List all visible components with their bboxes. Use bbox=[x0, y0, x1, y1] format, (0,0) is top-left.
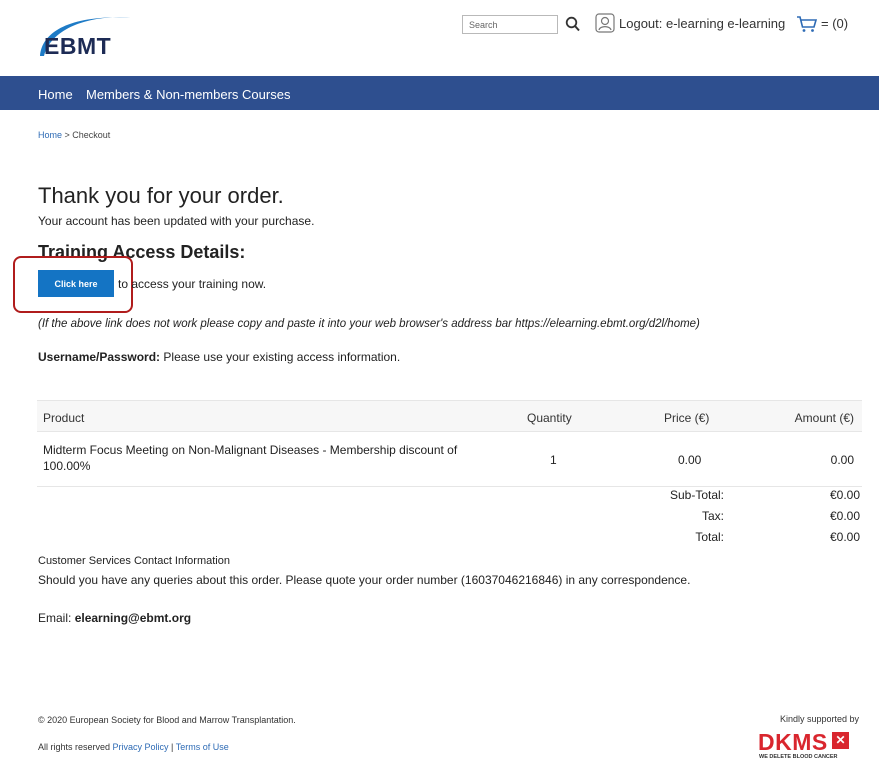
search-icon[interactable] bbox=[565, 15, 581, 33]
contact-email: Email: elearning@ebmt.org bbox=[38, 611, 191, 625]
header-quantity: Quantity bbox=[527, 411, 572, 425]
row-product: Midterm Focus Meeting on Non-Malignant D… bbox=[43, 443, 458, 473]
breadcrumb: Home > Checkout bbox=[38, 130, 110, 140]
dkms-logo-text: DKMS bbox=[758, 729, 828, 755]
page-title: Thank you for your order. bbox=[38, 183, 284, 208]
tax-label: Tax: bbox=[701, 509, 724, 523]
access-training-text: to access your training now. bbox=[118, 277, 267, 291]
breadcrumb-separator: > bbox=[62, 130, 73, 140]
breadcrumb-home-link[interactable]: Home bbox=[38, 130, 62, 140]
rights-text: All rights reserved bbox=[38, 742, 113, 752]
total-value: €0.00 bbox=[829, 530, 860, 544]
footer-separator: | bbox=[168, 742, 176, 752]
row-quantity: 1 bbox=[550, 453, 557, 467]
email-address: elearning@ebmt.org bbox=[74, 611, 192, 625]
header-product: Product bbox=[43, 411, 85, 425]
access-details-heading: Training Access Details: bbox=[38, 242, 246, 262]
dkms-logo[interactable]: DKMS ✕ WE DELETE BLOOD CANCER bbox=[758, 729, 860, 763]
logo-text: EBMT bbox=[44, 33, 112, 59]
credentials-text: Please use your existing access informat… bbox=[160, 350, 401, 364]
nav-item-home[interactable]: Home bbox=[38, 87, 73, 102]
table-row: Midterm Focus Meeting on Non-Malignant D… bbox=[37, 433, 862, 487]
link-note: (If the above link does not work please … bbox=[38, 318, 700, 330]
copyright-text: © 2020 European Society for Blood and Ma… bbox=[38, 715, 296, 725]
nav-item-courses[interactable]: Members & Non-members Courses bbox=[86, 87, 290, 102]
row-price: 0.00 bbox=[678, 453, 702, 467]
terms-of-use-link[interactable]: Terms of Use bbox=[176, 742, 229, 752]
supported-by-text: Kindly supported by bbox=[779, 714, 859, 724]
dkms-x-icon: ✕ bbox=[832, 732, 849, 749]
search-input[interactable] bbox=[462, 15, 558, 34]
privacy-policy-link[interactable]: Privacy Policy bbox=[113, 742, 169, 752]
subtotal-label: Sub-Total: bbox=[669, 488, 724, 502]
user-icon[interactable] bbox=[595, 13, 615, 33]
email-label: Email: bbox=[38, 611, 75, 625]
cart-icon[interactable] bbox=[796, 15, 818, 33]
dkms-tagline: WE DELETE BLOOD CANCER bbox=[759, 754, 838, 760]
row-amount: 0.00 bbox=[830, 453, 854, 467]
cart-count[interactable]: = (0) bbox=[821, 16, 848, 31]
click-here-button[interactable]: Click here bbox=[38, 270, 114, 297]
header-amount: Amount (€) bbox=[794, 411, 854, 425]
header-price: Price (€) bbox=[664, 411, 710, 425]
subtotal-value: €0.00 bbox=[829, 488, 860, 502]
credentials-info: Username/Password: Please use your exist… bbox=[38, 350, 400, 364]
total-label: Total: bbox=[695, 530, 724, 544]
order-totals: Sub-Total: €0.00 Tax: €0.00 Total: €0.00 bbox=[37, 488, 862, 548]
customer-service-text: Should you have any queries about this o… bbox=[38, 573, 691, 587]
logout-link[interactable]: Logout: e-learning e-learning bbox=[619, 16, 785, 31]
table-header: Product Quantity Price (€) Amount (€) bbox=[37, 400, 862, 432]
ebmt-logo[interactable]: EBMT bbox=[34, 10, 144, 68]
main-navigation: Home Members & Non-members Courses bbox=[0, 76, 879, 110]
credentials-label: Username/Password: bbox=[38, 350, 161, 364]
tax-value: €0.00 bbox=[829, 509, 860, 523]
customer-service-heading: Customer Services Contact Information bbox=[38, 555, 230, 567]
breadcrumb-current: Checkout bbox=[72, 130, 111, 140]
rights-line: All rights reserved Privacy Policy | Ter… bbox=[38, 742, 229, 752]
account-updated-text: Your account has been updated with your … bbox=[38, 214, 315, 228]
